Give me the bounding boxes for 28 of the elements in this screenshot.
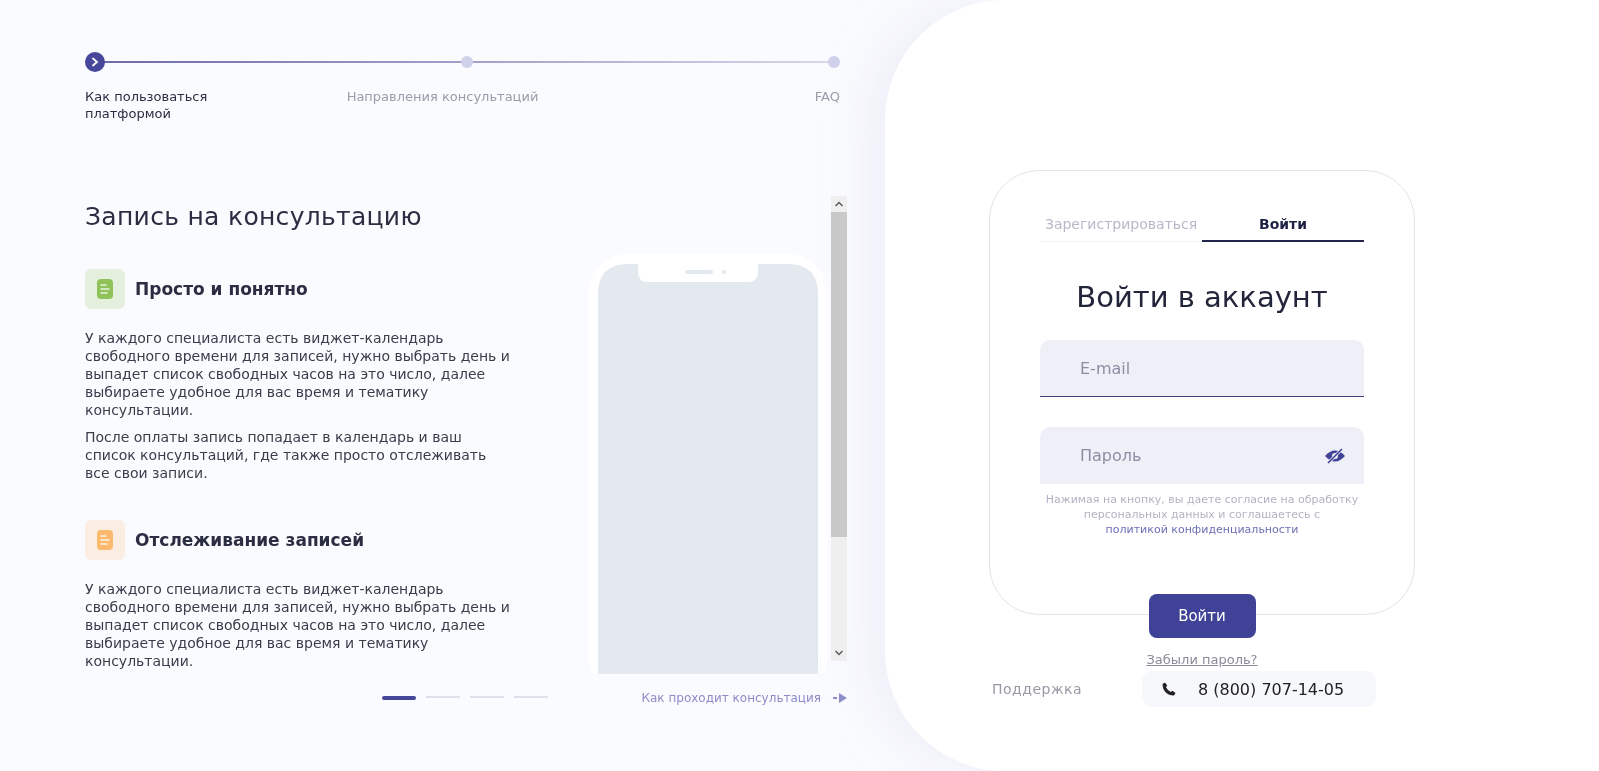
password-field[interactable]: Пароль [1040,427,1364,484]
step-label[interactable]: Как пользоваться платформой [85,88,225,122]
step-dot[interactable] [85,52,105,72]
step-dot[interactable] [828,56,840,68]
carousel-indicator[interactable] [382,696,416,700]
support-label: Поддержка [992,681,1084,697]
feature-title: Просто и понятно [135,279,308,299]
arrow-icon [833,693,847,703]
phone-icon [1162,682,1176,696]
phone-number[interactable]: 8 (800) 707-14-05 [1142,671,1376,707]
forgot-password-link[interactable]: Забыли пароль? [1146,652,1258,667]
step-label[interactable]: Направления консультаций [346,88,539,122]
feature-description: После оплаты запись попадает в календарь и ваш список консультаций, где также просто отслеживать все свои записи. [85,428,488,482]
feature-description: У каждого специалиста есть виджет-календарь свободного времени для записей, нужно выбрать день и выпадет список свободных часов на это число, далее выбираете удобное для вас время и тематику консультации. [85,580,510,670]
eye-hidden-icon[interactable] [1324,448,1346,464]
scrollbar[interactable] [831,196,847,661]
feature-description: У каждого специалиста есть виджет-календарь свободного времени для записей, нужно выбрать день и выпадет список свободных часов на это число, далее выбираете удобное для вас время и тематику консультации. [85,329,510,419]
step-dot[interactable] [460,56,473,68]
login-button[interactable]: Войти [1148,594,1256,638]
login-title: Войти в аккаунт [1076,280,1328,314]
consent-text: Нажимая на кнопку, вы даете согласие на обработку персональных данных и соглашаетесь с политикой конфиденциальности [1044,492,1360,537]
feature-title: Отслеживание записей [135,530,365,550]
privacy-policy-link[interactable]: политикой конфиденциальности [1105,523,1299,536]
tab[interactable]: Войти [1202,216,1364,242]
step-label[interactable]: FAQ [660,88,840,122]
next-link[interactable]: Как проходит консультация [641,691,847,705]
section-title: Запись на консультацию [85,202,423,231]
email-field[interactable]: E-mail [1040,340,1364,397]
